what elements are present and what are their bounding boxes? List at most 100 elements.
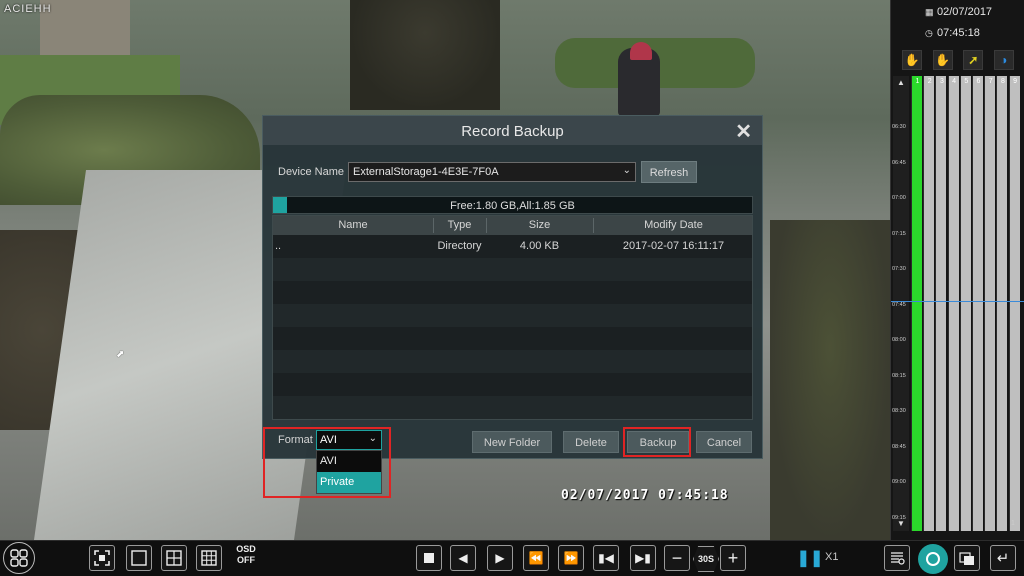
minus-icon[interactable]: −	[664, 545, 690, 571]
next-frame-icon[interactable]: ▶▮	[630, 545, 656, 571]
table-row-empty	[273, 258, 752, 281]
pause-icon[interactable]: ❚❚	[797, 546, 824, 570]
interval-label[interactable]: 30S	[693, 546, 719, 572]
timeline-panel: ▦ 02/07/2017 ◷ 07:45:18 ✋ ✋ ➚ ◑ ▲ ▼ 06:30 0…	[890, 0, 1024, 540]
rewind-play-icon[interactable]: ◀	[450, 545, 476, 571]
running-man-icon[interactable]: ➚	[963, 50, 984, 70]
timeline-grid[interactable]: ▲ ▼ 06:30 06:45 07:00 07:15 07:30 07:45 08:00 0…	[891, 76, 1024, 531]
speed-label: X1	[825, 551, 839, 563]
new-folder-button[interactable]: New Folder	[472, 431, 552, 453]
timeline-tick: 08:00	[892, 337, 906, 343]
timeline-cursor[interactable]	[891, 301, 1024, 302]
background-tree	[350, 0, 500, 110]
column-header-size[interactable]: Size	[486, 219, 593, 231]
timeline-channel-6[interactable]: 6	[972, 76, 983, 531]
timeline-tick: 09:15	[892, 514, 906, 521]
stop-icon[interactable]	[416, 545, 442, 571]
calendar-icon: ▦	[925, 7, 934, 17]
column-header-type[interactable]: Type	[433, 219, 486, 231]
timeline-tick: 07:00	[892, 195, 906, 201]
timeline-channel-5[interactable]: 5	[959, 76, 971, 531]
timeline-channel-9[interactable]: 9	[1008, 76, 1020, 531]
table-row[interactable]: .. Directory 4.00 KB 2017-02-07 16:11:17	[273, 235, 752, 258]
main-menu-icon[interactable]	[3, 542, 35, 574]
format-highlight-box	[263, 427, 391, 498]
plus-icon[interactable]: +	[720, 545, 746, 571]
table-row-empty	[273, 350, 752, 373]
osd-state: OFF	[237, 555, 255, 565]
timeline-channel-3[interactable]: 3	[935, 76, 947, 531]
osd-toggle[interactable]: OSD OFF	[232, 544, 260, 566]
nvr-screen: ACIEHH 02/07/2017 07:45:18 ▦ 02/07/2017 ◷…	[0, 0, 1024, 576]
play-icon[interactable]: ▶	[487, 545, 513, 571]
chevron-down-icon: ⌄	[622, 165, 631, 176]
delete-button[interactable]: Delete	[563, 431, 619, 453]
backup-highlight-box	[623, 427, 691, 457]
timeline-footer: 1	[1011, 520, 1015, 527]
event-list-icon[interactable]	[884, 545, 910, 571]
cell-size: 4.00 KB	[519, 240, 560, 252]
fast-backward-icon[interactable]: ⏪	[523, 545, 549, 571]
clock-icon: ◷	[925, 28, 933, 38]
quad-screen-icon[interactable]	[161, 545, 187, 571]
all-channels-icon[interactable]: ◑	[993, 50, 1014, 70]
timeline-channel-8[interactable]: 8	[996, 76, 1008, 531]
device-row: Device Name ExternalStorage1-4E3E-7F0A ⌄…	[278, 161, 748, 184]
timeline-channel-2[interactable]: 2	[923, 76, 935, 531]
timeline-channel-number: 9	[1013, 78, 1018, 85]
fullscreen-icon[interactable]	[89, 545, 115, 571]
cell-type: Directory	[437, 240, 482, 252]
column-header-name[interactable]: Name	[273, 219, 433, 231]
background-wall	[40, 0, 130, 55]
cancel-button[interactable]: Cancel	[696, 431, 752, 453]
timeline-tick: 09:00	[892, 479, 906, 485]
timeline-tick: 06:30	[892, 124, 906, 130]
camera-label: ACIEHH	[4, 3, 52, 15]
motion-hand-icon[interactable]: ✋	[902, 50, 923, 70]
timeline-tick: 08:30	[892, 408, 906, 414]
timeline-channel-number: 1	[915, 78, 920, 85]
scroll-up-icon[interactable]: ▲	[893, 78, 909, 88]
nine-screen-icon[interactable]	[196, 545, 222, 571]
table-row-empty	[273, 396, 752, 419]
dialog-header: Record Backup ✕	[263, 116, 762, 145]
timeline-tick: 06:45	[892, 159, 906, 166]
timeline-channel-number: 5	[964, 78, 969, 85]
dialog-title: Record Backup	[461, 123, 564, 140]
column-header-modify-date[interactable]: Modify Date	[593, 219, 752, 231]
table-header: Name Type Size Modify Date	[273, 216, 752, 235]
table-row-empty	[273, 304, 752, 327]
close-icon[interactable]: ✕	[735, 119, 752, 144]
timeline-channel-7[interactable]: 7	[984, 76, 996, 531]
backup-icon[interactable]	[918, 544, 948, 574]
timeline-channel-1[interactable]: 1	[911, 76, 922, 531]
fast-forward-icon[interactable]: ⏩	[558, 545, 584, 571]
sensor-hand-icon[interactable]: ✋	[932, 50, 953, 70]
storage-usage-text: Free:1.80 GB,All:1.85 GB	[450, 200, 575, 212]
snapshot-icon[interactable]	[954, 545, 980, 571]
timeline-tick: 07:15	[892, 230, 906, 237]
single-screen-icon[interactable]	[126, 545, 152, 571]
scroll-down-icon[interactable]: ▼	[893, 519, 909, 529]
return-icon[interactable]: ↵	[990, 545, 1016, 571]
timeline-channel-number: 4	[952, 78, 957, 85]
record-backup-dialog: Record Backup ✕ Device Name ExternalStor…	[262, 115, 763, 494]
timeline-channel-number: 6	[976, 78, 981, 85]
previous-frame-icon[interactable]: ▮◀	[593, 545, 619, 571]
timeline-channel-number: 2	[927, 78, 932, 85]
timeline-time-text: 07:45:18	[937, 27, 980, 39]
device-select[interactable]: ExternalStorage1-4E3E-7F0A ⌄	[348, 162, 636, 182]
cell-name: ..	[274, 240, 282, 252]
timeline-channel-number: 8	[1000, 78, 1005, 85]
device-select-value: ExternalStorage1-4E3E-7F0A	[353, 166, 499, 178]
timeline-tick: 08:45	[892, 443, 906, 450]
timeline-channel-4[interactable]: 4	[947, 76, 959, 531]
background-planter	[770, 220, 890, 540]
refresh-button[interactable]: Refresh	[641, 161, 697, 183]
table-row-empty	[273, 373, 752, 396]
timeline-channel-number: 3	[939, 78, 944, 85]
background-hat	[630, 42, 652, 60]
table-row-empty	[273, 327, 752, 350]
storage-usage-bar: Free:1.80 GB,All:1.85 GB	[272, 196, 753, 214]
timeline-date: ▦ 02/07/2017	[925, 6, 992, 18]
